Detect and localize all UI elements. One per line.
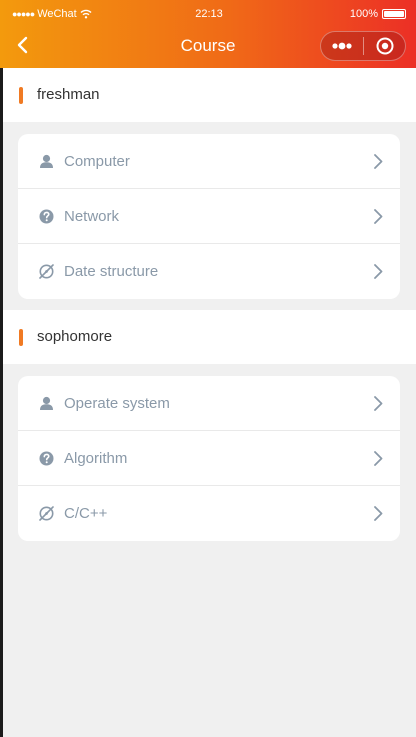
section-accent-bar — [19, 329, 23, 346]
battery-percent: 100% — [349, 8, 378, 20]
section-header-freshman: freshman — [3, 68, 416, 122]
list-item[interactable]: Date structure — [18, 244, 400, 299]
battery-icon — [382, 9, 406, 19]
section-title: freshman — [37, 86, 100, 103]
course-list-card: Computer Network Date structure — [18, 134, 400, 299]
more-button[interactable] — [321, 32, 363, 60]
list-item[interactable]: Operate system — [18, 376, 400, 431]
list-item-label: Operate system — [64, 395, 170, 412]
status-time: 22:13 — [195, 8, 223, 20]
chevron-right-icon — [374, 506, 383, 521]
question-icon — [39, 451, 54, 466]
mini-program-capsule — [320, 31, 406, 61]
list-item[interactable]: Computer — [18, 134, 400, 189]
chevron-right-icon — [374, 264, 383, 279]
status-bar: ●●●●● WeChat 22:13 100% — [12, 7, 406, 21]
section-header-sophomore: sophomore — [3, 310, 416, 364]
target-close-icon — [376, 37, 393, 55]
list-item-label: Algorithm — [64, 450, 128, 467]
person-icon — [40, 154, 53, 168]
status-right: 100% — [350, 7, 406, 21]
list-item[interactable]: Algorithm — [18, 431, 400, 486]
compass-slash-icon — [39, 264, 54, 279]
person-icon — [40, 396, 53, 410]
chevron-right-icon — [374, 451, 383, 466]
list-item[interactable]: C/C++ — [18, 486, 400, 541]
list-item-label: C/C++ — [64, 505, 108, 522]
close-button[interactable] — [364, 32, 405, 60]
list-item-label: Computer — [64, 153, 130, 170]
list-item[interactable]: Network — [18, 189, 400, 244]
list-item-label: Network — [64, 208, 120, 225]
question-icon — [39, 209, 54, 224]
chevron-right-icon — [374, 396, 383, 411]
section-accent-bar — [19, 87, 23, 104]
navigation-bar: Course — [0, 28, 416, 64]
chevron-right-icon — [374, 154, 383, 169]
course-list-card: Operate system Algorithm C/C++ — [18, 376, 400, 541]
list-item-label: Date structure — [64, 263, 159, 280]
top-bar: ●●●●● WeChat 22:13 100% Course — [0, 0, 416, 68]
compass-slash-icon — [39, 506, 54, 521]
section-title: sophomore — [37, 328, 113, 345]
more-dots-icon — [332, 42, 352, 50]
chevron-right-icon — [374, 209, 383, 224]
